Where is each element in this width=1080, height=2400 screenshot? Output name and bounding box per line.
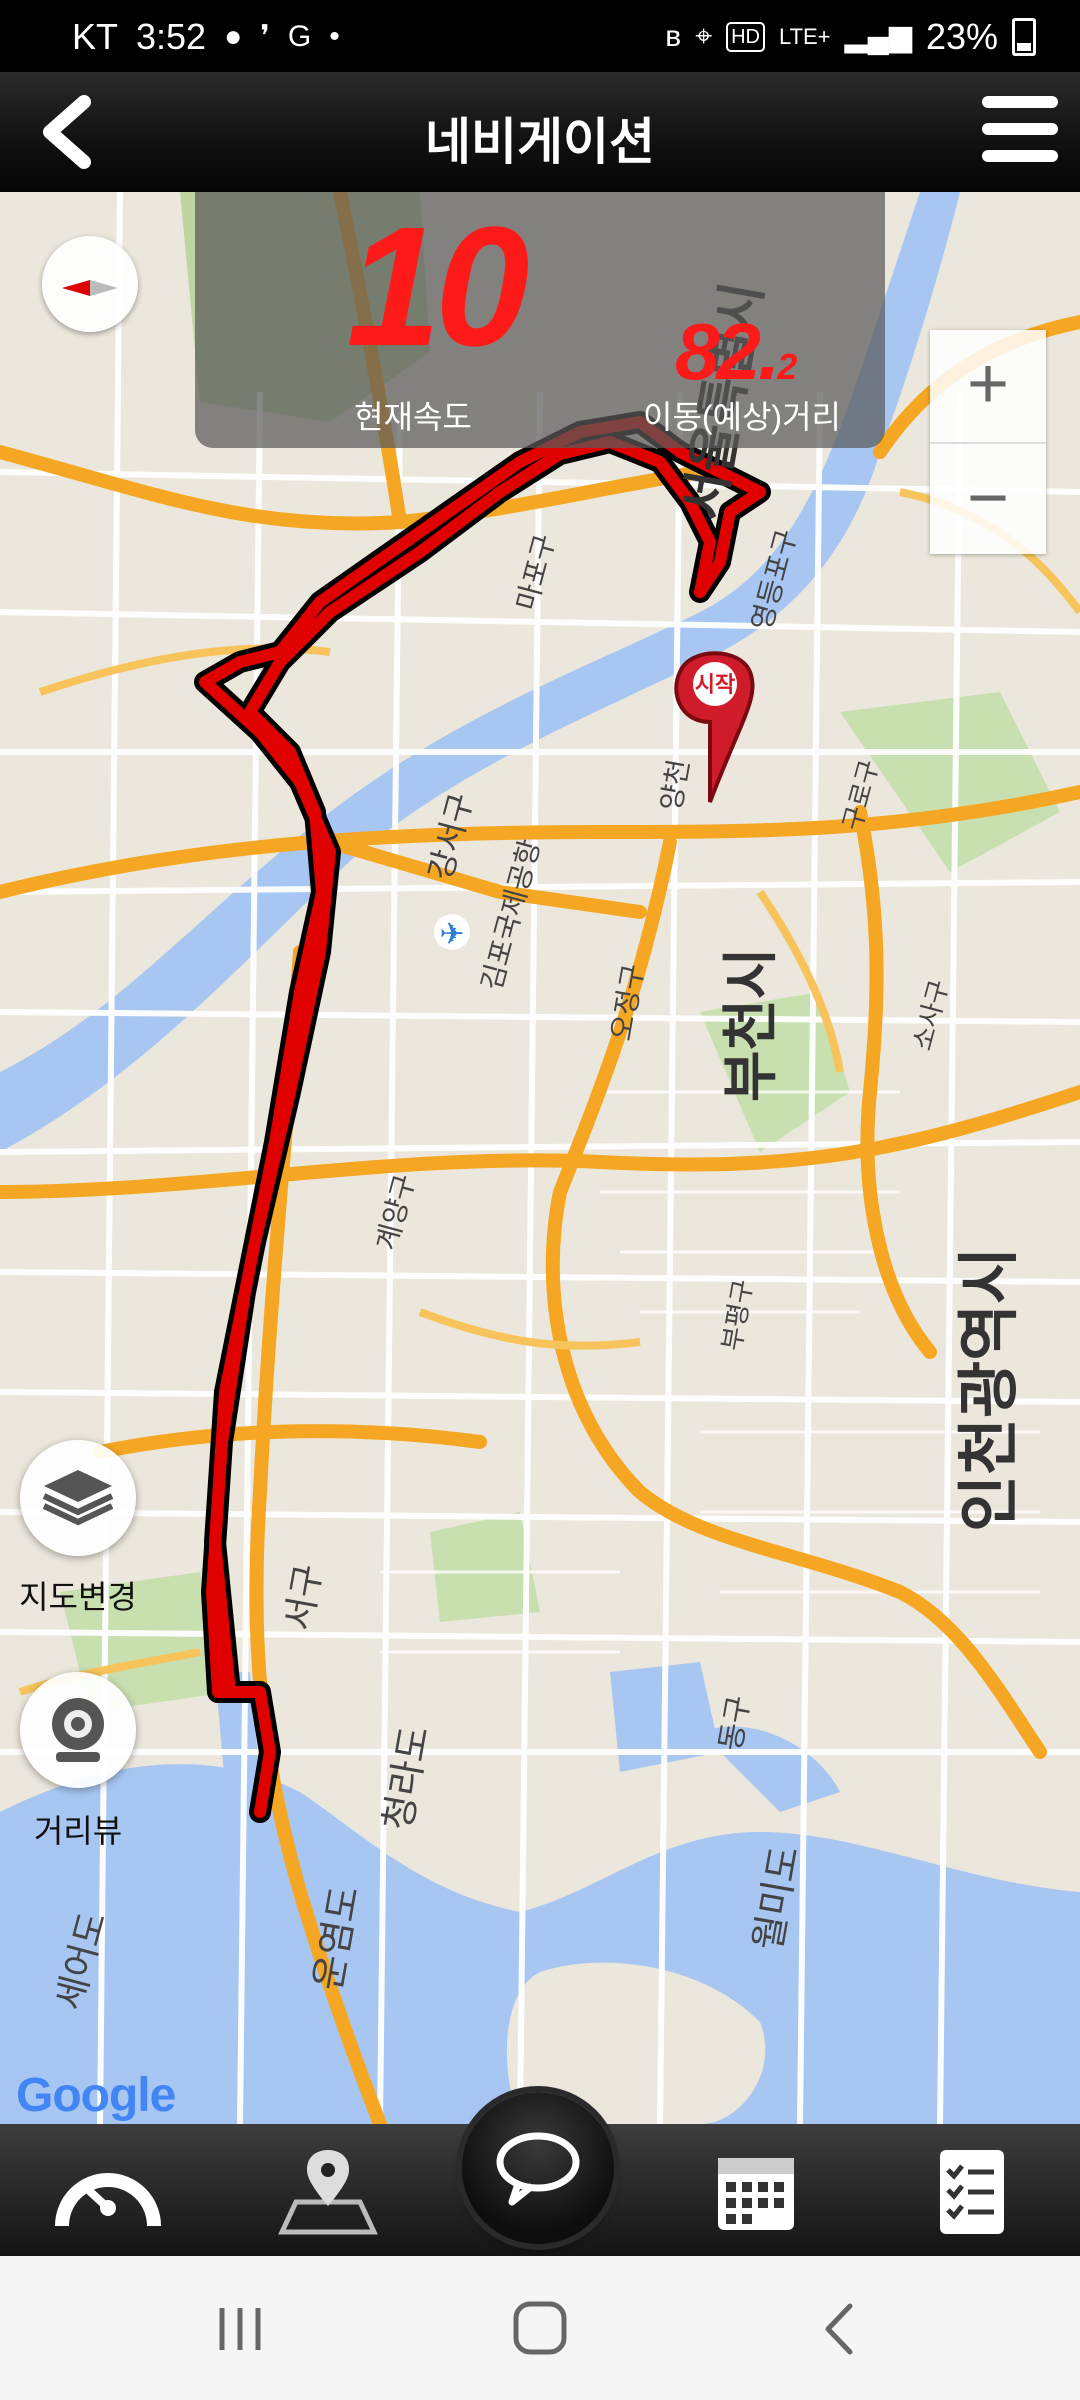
back-nav-button[interactable] bbox=[800, 2294, 880, 2364]
current-speed-label: 현재속도 bbox=[354, 399, 472, 435]
hamburger-line bbox=[982, 150, 1058, 162]
distance-label: 이동(예상)거리 bbox=[643, 399, 841, 435]
street-view-button[interactable] bbox=[20, 1672, 136, 1788]
g-icon: G bbox=[287, 20, 312, 53]
network-label: LTE+ bbox=[778, 24, 831, 49]
hamburger-line bbox=[982, 96, 1058, 108]
menu-button[interactable] bbox=[982, 96, 1058, 164]
svg-text:✈: ✈ bbox=[439, 917, 464, 952]
zoom-in-button[interactable]: + bbox=[930, 330, 1046, 442]
dot-icon: • bbox=[329, 20, 340, 53]
message-icon: ● bbox=[224, 20, 243, 53]
street-view-label: 거리뷰 bbox=[33, 1813, 123, 1849]
webcam-icon bbox=[52, 1698, 104, 1762]
recent-apps-icon bbox=[219, 2308, 261, 2350]
recent-apps-button[interactable] bbox=[200, 2294, 280, 2364]
bluetooth-icon: ʙ bbox=[665, 20, 682, 53]
zoom-controls: + − bbox=[930, 330, 1046, 554]
app-header: 네비게이션 bbox=[0, 72, 1080, 194]
hamburger-line bbox=[982, 123, 1058, 135]
battery-icon bbox=[1012, 18, 1036, 56]
home-button[interactable] bbox=[500, 2294, 580, 2364]
speed-panel: 10 현재속도 82.2 이동(예상)거리 bbox=[195, 192, 885, 448]
chat-button[interactable] bbox=[462, 2092, 614, 2244]
change-map-label: 지도변경 bbox=[19, 1579, 137, 1615]
zoom-out-button[interactable]: − bbox=[930, 442, 1046, 556]
change-map-button[interactable] bbox=[20, 1440, 136, 1556]
map-label-incheon: 인천광역시 bbox=[952, 1247, 1025, 1532]
current-speed-value: 10 bbox=[346, 192, 529, 382]
map-label-bucheon: 부천시 bbox=[719, 947, 784, 1102]
tab-navigation[interactable] bbox=[268, 2136, 388, 2246]
system-navigation-bar bbox=[0, 2256, 1080, 2400]
speedometer-icon bbox=[55, 2173, 161, 2227]
layers-icon bbox=[42, 1470, 114, 1526]
map-pin-icon bbox=[278, 2150, 378, 2235]
checklist-icon bbox=[940, 2150, 1004, 2234]
status-bar: KT 3:52 ● ❜ G • ʙ ⌖ HD LTE+ ▂▄▆ 23% bbox=[0, 0, 1080, 72]
start-marker-label: 시작 bbox=[695, 673, 735, 698]
location-icon: ⌖ bbox=[695, 20, 713, 53]
speech-bubble-icon bbox=[496, 2132, 580, 2206]
signal-icon: ▂▄▆ bbox=[844, 20, 912, 53]
carrier-label: KT bbox=[72, 16, 119, 57]
battery-percent: 23% bbox=[925, 16, 998, 57]
compass-button[interactable] bbox=[42, 236, 138, 332]
back-nav-icon bbox=[825, 2303, 853, 2355]
compass-icon bbox=[62, 280, 118, 296]
clock: 3:52 bbox=[136, 16, 207, 57]
google-logo-text: Google bbox=[16, 2069, 176, 2122]
distance-decimal: 2 bbox=[777, 346, 797, 387]
tab-calendar[interactable] bbox=[696, 2136, 816, 2246]
calendar-icon bbox=[718, 2158, 794, 2230]
hd-icon: HD bbox=[726, 22, 765, 52]
page-title: 네비게이션 bbox=[425, 114, 655, 170]
tab-speedometer[interactable] bbox=[48, 2136, 168, 2246]
google-logo: Google bbox=[16, 2068, 176, 2123]
home-icon bbox=[513, 2301, 567, 2355]
distance-integer: 82. bbox=[675, 307, 780, 396]
tab-checklist[interactable] bbox=[912, 2136, 1032, 2246]
notification-icon: ❜ bbox=[260, 20, 270, 53]
